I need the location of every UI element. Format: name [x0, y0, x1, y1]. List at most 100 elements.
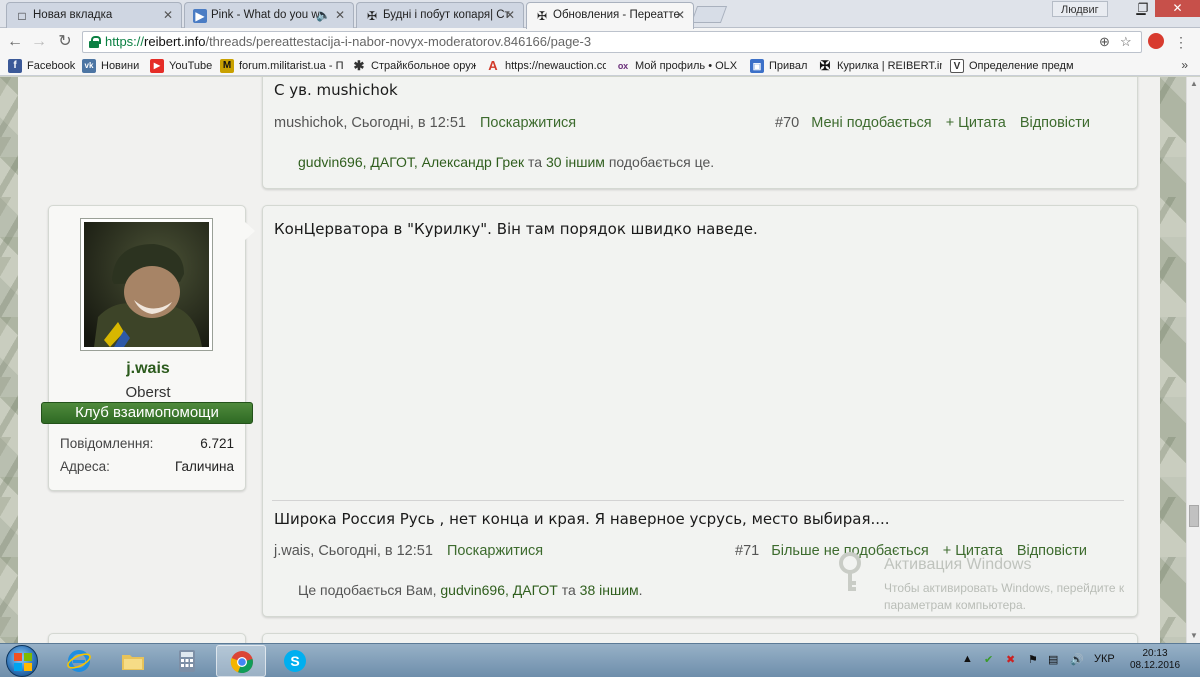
- taskbar-calculator[interactable]: [162, 645, 212, 677]
- post-71-signature: Широка Россия Русь , нет конца и края. Я…: [274, 510, 890, 528]
- like-link[interactable]: Мені подобається: [811, 115, 931, 131]
- back-icon[interactable]: ←: [4, 32, 26, 52]
- speaker-icon[interactable]: 🔈: [316, 3, 331, 27]
- activation-title: Активация Windows: [884, 556, 1032, 573]
- tab-title: Pink - What do you w: [211, 9, 320, 21]
- likes-others-link[interactable]: 38 іншим: [580, 582, 639, 598]
- user-title: Oberst: [125, 384, 171, 401]
- lock-icon: [89, 36, 101, 48]
- post-70-actions: #70 Мені подобається + Цитата Відповісти: [775, 115, 1090, 131]
- avatar[interactable]: [80, 218, 213, 351]
- post-number[interactable]: #70: [775, 115, 799, 131]
- language-indicator[interactable]: УКР: [1094, 653, 1115, 665]
- post-time[interactable]: Сьогодні, в 12:51: [318, 543, 433, 559]
- bookmark-youtube[interactable]: ▶ YouTube: [150, 58, 214, 74]
- restore-icon[interactable]: ❐: [1132, 0, 1154, 17]
- bookmark-olx[interactable]: ох Мой профиль • OLX.: [616, 58, 738, 74]
- report-link[interactable]: Поскаржитися: [447, 543, 543, 559]
- tab-title: Новая вкладка: [33, 9, 113, 21]
- key-icon: [839, 552, 861, 591]
- windows-logo-icon: [14, 653, 32, 671]
- tab-kopar[interactable]: ✠ Будні і побут копаря| Ст ✕: [356, 2, 524, 28]
- vk-icon: vk: [82, 59, 96, 73]
- stat-value-messages[interactable]: 6.721: [200, 436, 234, 451]
- reply-link[interactable]: Відповісти: [1020, 115, 1090, 131]
- new-tab-button[interactable]: [690, 6, 728, 23]
- calculator-icon: [179, 650, 195, 672]
- menu-icon[interactable]: ⋮: [1170, 32, 1192, 52]
- close-icon[interactable]: ✕: [675, 3, 685, 27]
- scroll-thumb[interactable]: [1189, 505, 1199, 527]
- clock[interactable]: 20:13 08.12.2016: [1124, 648, 1186, 672]
- scroll-up-icon[interactable]: ▲: [1187, 77, 1200, 91]
- cross-icon: ✠: [536, 9, 548, 23]
- url-text: https://reibert.info/threads/pereattesta…: [105, 34, 592, 49]
- browser-toolbar: ← → ↻ https://reibert.info/threads/perea…: [0, 28, 1200, 56]
- stat-label-messages: Повідомлення:: [60, 436, 154, 451]
- post-author-link[interactable]: j.wais: [274, 543, 310, 559]
- volume-icon[interactable]: 🔊: [1070, 653, 1084, 666]
- star-icon[interactable]: ☆: [1120, 34, 1132, 50]
- taskbar-chrome[interactable]: [216, 645, 266, 677]
- start-button[interactable]: [6, 645, 38, 677]
- airsoft-icon: ✱: [353, 58, 365, 73]
- post-author-link[interactable]: mushichok: [274, 115, 343, 131]
- bookmarks-bar: f Facebook vk Новини ▶ YouTube Mforum.milit…: [0, 56, 1200, 76]
- address-bar[interactable]: https://reibert.info/threads/pereattesta…: [82, 31, 1142, 53]
- bookmark-privat[interactable]: ▣ Привал: [750, 58, 810, 74]
- profile-chip[interactable]: Людвиг: [1052, 1, 1108, 17]
- close-icon[interactable]: ✕: [335, 3, 345, 27]
- speech-arrow: [245, 222, 255, 240]
- post-71-likes: Це подобається Вам, gudvin696, ДАГОТ та …: [298, 582, 643, 598]
- close-icon[interactable]: ✕: [163, 3, 173, 27]
- post-70-text: С ув. mushichok: [274, 81, 398, 99]
- bookmark-reibert[interactable]: ✠ Курилка | REIBERT.inf: [818, 58, 942, 74]
- likes-names[interactable]: gudvin696, ДАГОТ, Александр Грек: [298, 154, 524, 170]
- tray-arrow-icon[interactable]: ▲: [962, 653, 973, 665]
- taskbar-explorer[interactable]: [108, 645, 158, 677]
- stat-value-location[interactable]: Галичина: [175, 459, 234, 474]
- bookmark-novyny[interactable]: vk Новини: [82, 58, 144, 74]
- post-71-text: КонЦерватора в "Курилку". Він там порядо…: [274, 220, 758, 238]
- action-center-icon[interactable]: ⚑: [1028, 653, 1038, 666]
- reload-icon[interactable]: ↻: [54, 32, 76, 52]
- taskbar-ie[interactable]: [54, 645, 104, 677]
- video-icon: ▶: [193, 9, 207, 23]
- next-user-block: [48, 633, 246, 643]
- user-info-block: j.wais Oberst Клуб взаимопомощи Повідомл…: [41, 205, 255, 491]
- close-icon[interactable]: ✕: [505, 3, 515, 27]
- likes-others-link[interactable]: 30 іншим: [546, 154, 605, 170]
- quote-link[interactable]: + Цитата: [946, 115, 1006, 131]
- olx-icon: ох: [617, 61, 629, 71]
- post-time[interactable]: Сьогодні, в 12:51: [351, 115, 466, 131]
- tab-pink[interactable]: ▶ Pink - What do you w 🔈 ✕: [184, 2, 354, 28]
- tab-strip: □ Новая вкладка ✕ ▶ Pink - What do you w…: [0, 0, 1200, 29]
- skype-icon: S: [284, 650, 306, 672]
- report-link[interactable]: Поскаржитися: [480, 115, 576, 131]
- more-bookmarks-icon[interactable]: »: [1181, 58, 1188, 72]
- blank-page-icon: □: [18, 9, 26, 23]
- bookmark-facebook[interactable]: f Facebook: [8, 58, 76, 74]
- forward-icon[interactable]: →: [28, 32, 50, 52]
- user-banner: Клуб взаимопомощи: [41, 402, 253, 424]
- network-warning-icon[interactable]: ✖: [1006, 653, 1015, 666]
- tab-updates[interactable]: ✠ Обновления - Переатте ✕: [526, 2, 694, 29]
- zoom-icon[interactable]: ⊕: [1099, 34, 1110, 50]
- bookmark-airsoft[interactable]: ✱ Страйкбольное оруж: [352, 58, 476, 74]
- internet-explorer-icon: [67, 650, 91, 672]
- page-scrollbar[interactable]: ▲ ▼: [1186, 77, 1200, 643]
- close-window-icon[interactable]: ✕: [1155, 0, 1200, 17]
- bookmark-newauction[interactable]: Ahttps://newauction.co: [486, 58, 606, 74]
- network-icon[interactable]: ▤: [1048, 653, 1058, 666]
- likes-names[interactable]: gudvin696, ДАГОТ: [440, 582, 557, 598]
- activation-text: Чтобы активировать Windows, перейдите к …: [884, 581, 1125, 612]
- bookmark-definition[interactable]: V Определение предм: [950, 58, 1074, 74]
- post-number[interactable]: #71: [735, 543, 759, 559]
- bookmark-militarist[interactable]: Mforum.militarist.ua - П: [220, 58, 348, 74]
- scroll-down-icon[interactable]: ▼: [1187, 629, 1200, 643]
- adblock-icon[interactable]: [1148, 33, 1164, 49]
- username-link[interactable]: j.wais: [49, 360, 247, 378]
- tab-new[interactable]: □ Новая вкладка ✕: [6, 2, 182, 28]
- security-icon[interactable]: ✔: [984, 653, 993, 666]
- taskbar-skype[interactable]: S: [270, 645, 320, 677]
